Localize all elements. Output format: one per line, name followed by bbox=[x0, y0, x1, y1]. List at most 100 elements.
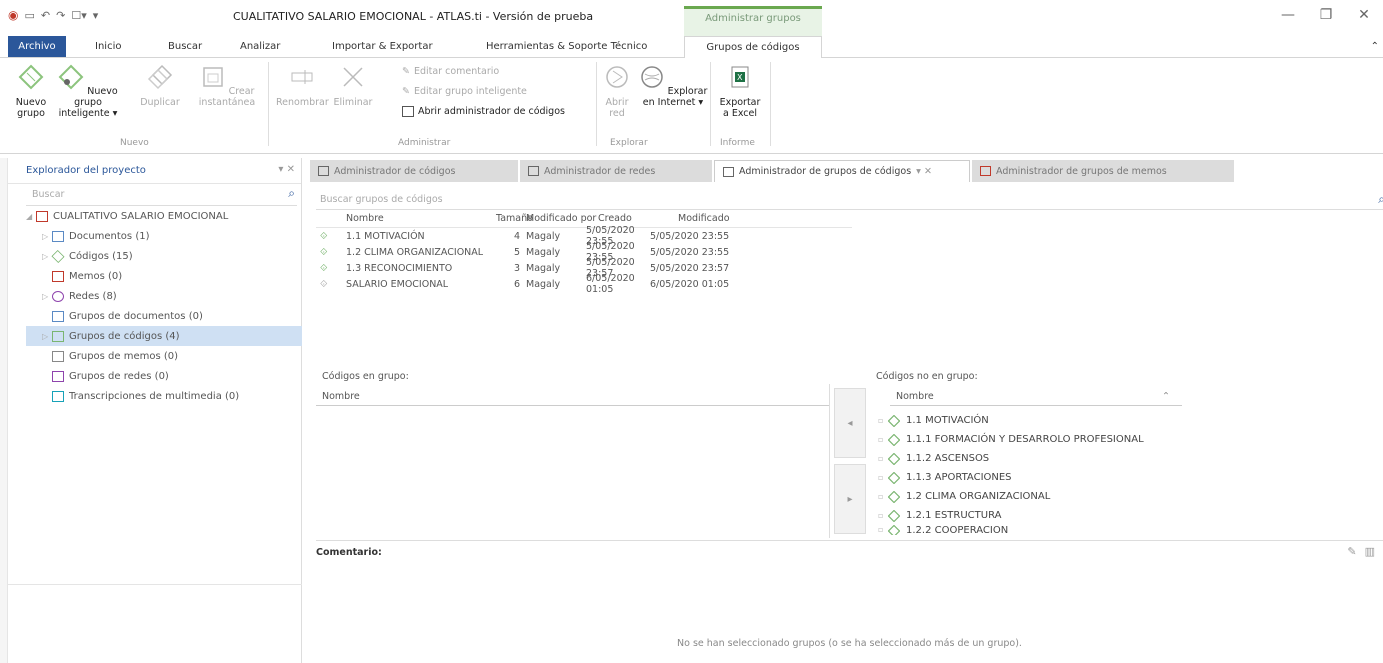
group-label-explorar: Explorar bbox=[610, 138, 648, 148]
collapsed-arrow-icon[interactable]: ▷ bbox=[42, 232, 52, 241]
cell-modificado: 5/05/2020 23:57 bbox=[650, 262, 730, 274]
search-icon[interactable]: ⌕ bbox=[288, 186, 295, 201]
tab-administrador-redes[interactable]: Administrador de redes bbox=[520, 160, 712, 182]
smart-group-icon bbox=[58, 64, 84, 90]
save-icon[interactable]: ▭ bbox=[24, 9, 34, 22]
tree-item-grupos-memos[interactable]: Grupos de memos (0) bbox=[26, 346, 302, 366]
explorer-search-input[interactable]: Buscar ⌕ bbox=[26, 186, 297, 206]
code-group-icon: ⟐ bbox=[320, 262, 328, 274]
editar-comentario-button[interactable]: ✎ Editar comentario bbox=[402, 66, 499, 77]
new-icon[interactable]: ☐▾ bbox=[71, 9, 86, 22]
col-tamano[interactable]: Tamaño bbox=[496, 213, 533, 227]
close-icon[interactable]: ✕ bbox=[1345, 0, 1383, 30]
duplicar-button[interactable]: Duplicar bbox=[138, 64, 182, 108]
list-item[interactable]: ▫ 1.1.3 APORTACIONES bbox=[878, 468, 1383, 487]
abrir-red-button[interactable]: Abrir red bbox=[602, 64, 632, 119]
bullet-icon: ▫ bbox=[878, 525, 884, 534]
search-icon[interactable]: ⌕ bbox=[1378, 192, 1383, 207]
tree-item-codigos[interactable]: ▷ Códigos (15) bbox=[26, 246, 302, 266]
excel-icon: X bbox=[731, 66, 749, 88]
table-row[interactable]: ⟐ 1.3 RECONOCIMIENTO 3 Magaly 5/05/2020 23:5… bbox=[316, 257, 852, 279]
eliminar-label: Eliminar bbox=[333, 97, 373, 108]
cell-tamano: 3 bbox=[513, 262, 520, 274]
crear-instantanea-button[interactable]: Crear instantánea bbox=[196, 64, 258, 108]
group-search-input[interactable]: Buscar grupos de códigos ⌕ bbox=[316, 192, 1383, 210]
bullet-icon: ▫ bbox=[878, 473, 884, 482]
tree-item-grupos-redes[interactable]: Grupos de redes (0) bbox=[26, 366, 302, 386]
col-modificado[interactable]: Modificado bbox=[678, 213, 758, 227]
list-item[interactable]: ▫ 1.1.1 FORMACIÓN Y DESARROLO PROFESIONAL bbox=[878, 430, 1383, 449]
explorar-internet-button[interactable]: Explorar en Internet ▾ bbox=[638, 64, 708, 108]
layout-icon[interactable]: ▥ bbox=[1365, 545, 1375, 558]
list-item[interactable]: ▫ 1.2.2 COOPERACIÓN bbox=[878, 525, 1383, 535]
tab-herramientas[interactable]: Herramientas & Soporte Técnico bbox=[486, 38, 647, 58]
ribbon-separator bbox=[710, 62, 711, 146]
editar-grupo-inteligente-button[interactable]: ✎ Editar grupo inteligente bbox=[402, 86, 527, 97]
col-nombre[interactable]: Nombre bbox=[346, 213, 496, 227]
tab-importar-exportar[interactable]: Importar & Exportar bbox=[332, 38, 433, 58]
remove-from-group-button[interactable]: ▸ bbox=[834, 464, 866, 534]
tab-analizar[interactable]: Analizar bbox=[240, 38, 280, 58]
tab-menu-close-icon[interactable]: ▾ ✕ bbox=[916, 166, 932, 177]
undo-icon[interactable]: ↶ bbox=[41, 9, 50, 22]
tree-item-documentos[interactable]: ▷ Documentos (1) bbox=[26, 226, 302, 246]
tree-item-grupos-codigos[interactable]: ▷ Grupos de códigos (4) bbox=[26, 326, 302, 346]
tab-inicio[interactable]: Inicio bbox=[95, 38, 121, 58]
codes-in-group-list[interactable] bbox=[316, 384, 830, 538]
expanded-arrow-icon[interactable]: ◢ bbox=[26, 212, 36, 221]
arrow-right-icon: ▸ bbox=[847, 493, 853, 505]
edit-comment-icon[interactable]: ✎ bbox=[1347, 545, 1356, 558]
customize-icon[interactable]: ▾ bbox=[93, 9, 99, 22]
globe-icon bbox=[640, 66, 663, 88]
tab-grupos-de-codigos[interactable]: Grupos de códigos bbox=[684, 36, 822, 59]
exportar-excel-button[interactable]: X Exportar a Excel bbox=[716, 64, 764, 119]
tree-item-memos[interactable]: Memos (0) bbox=[26, 266, 302, 286]
tab-administrador-codigos[interactable]: Administrador de códigos bbox=[310, 160, 518, 182]
duplicate-icon bbox=[147, 64, 173, 90]
collapsed-side-panel[interactable] bbox=[0, 158, 8, 663]
codes-not-in-group-col-nombre[interactable]: Nombre ⌃ bbox=[890, 390, 1182, 406]
tree-item-transcripciones[interactable]: Transcripciones de multimedia (0) bbox=[26, 386, 302, 406]
renombrar-button[interactable]: Renombrar bbox=[276, 64, 329, 108]
redo-icon[interactable]: ↷ bbox=[56, 9, 65, 22]
collapsed-arrow-icon[interactable]: ▷ bbox=[42, 292, 52, 301]
collapse-ribbon-icon[interactable]: ⌃ bbox=[1371, 38, 1379, 58]
list-item[interactable]: ▫ 1.1 MOTIVACIÓN bbox=[878, 411, 1383, 430]
cell-modificado: 5/05/2020 23:55 bbox=[650, 230, 730, 242]
transcript-icon bbox=[52, 390, 64, 402]
network-icon bbox=[606, 66, 628, 88]
tab-administrador-grupos-codigos[interactable]: Administrador de grupos de códigos ▾ ✕ bbox=[714, 160, 970, 182]
nuevo-grupo-button[interactable]: Nuevo grupo bbox=[14, 64, 48, 119]
tree-item-redes[interactable]: ▷ Redes (8) bbox=[26, 286, 302, 306]
pin-close-icon[interactable]: ▾ ✕ bbox=[278, 164, 295, 175]
delete-icon bbox=[343, 67, 363, 87]
list-item[interactable]: ▫ 1.1.2 ASCENSOS bbox=[878, 449, 1383, 468]
abrir-administrador-codigos-button[interactable]: Abrir administrador de códigos bbox=[402, 106, 565, 117]
nuevo-grupo-inteligente-button[interactable]: Nuevo grupo inteligente ▾ bbox=[58, 64, 118, 119]
minimize-icon[interactable]: — bbox=[1269, 0, 1307, 30]
tab-buscar[interactable]: Buscar bbox=[168, 38, 202, 58]
memo-icon bbox=[52, 270, 64, 282]
list-item[interactable]: ▫ 1.2.1 ESTRUCTURA bbox=[878, 506, 1383, 525]
eliminar-button[interactable]: Eliminar bbox=[332, 64, 374, 108]
collapsed-arrow-icon[interactable]: ▷ bbox=[42, 332, 52, 341]
add-to-group-button[interactable]: ◂ bbox=[834, 388, 866, 458]
tree-root[interactable]: ◢ CUALITATIVO SALARIO EMOCIONAL bbox=[26, 206, 302, 226]
nuevo-grupo-int-label: Nuevo grupo inteligente ▾ bbox=[58, 86, 118, 119]
table-row[interactable]: ⟐ 1.1 MOTIVACIÓN 4 Magaly 5/05/2020 23:55 5/0… bbox=[316, 225, 852, 247]
project-explorer: Explorador del proyecto ▾ ✕ Buscar ⌕ ◢ C… bbox=[8, 158, 302, 663]
tree-item-label: Documentos (1) bbox=[69, 230, 150, 242]
cell-nombre: SALARIO EMOCIONAL bbox=[346, 278, 449, 290]
code-label: 1.2.2 COOPERACIÓN bbox=[906, 525, 1009, 535]
tree-item-grupos-documentos[interactable]: Grupos de documentos (0) bbox=[26, 306, 302, 326]
list-item[interactable]: ▫ 1.2 CLIMA ORGANIZACIONAL bbox=[878, 487, 1383, 506]
table-row[interactable]: ⟐ 1.2 CLIMA ORGANIZACIONAL 5 Magaly 5/05/202… bbox=[316, 241, 852, 263]
table-row[interactable]: ⟐ SALARIO EMOCIONAL 6 Magaly 6/05/2020 01:05… bbox=[316, 273, 852, 295]
tree-item-label: Grupos de códigos (4) bbox=[69, 330, 180, 342]
memo-group-manager-icon bbox=[980, 166, 991, 176]
tab-archivo[interactable]: Archivo bbox=[8, 36, 66, 57]
code-group-icon: ⟐ bbox=[320, 246, 328, 258]
tab-administrador-grupos-memos[interactable]: Administrador de grupos de memos bbox=[972, 160, 1234, 182]
document-icon bbox=[52, 230, 64, 242]
restore-icon[interactable]: ❐ bbox=[1307, 0, 1345, 30]
